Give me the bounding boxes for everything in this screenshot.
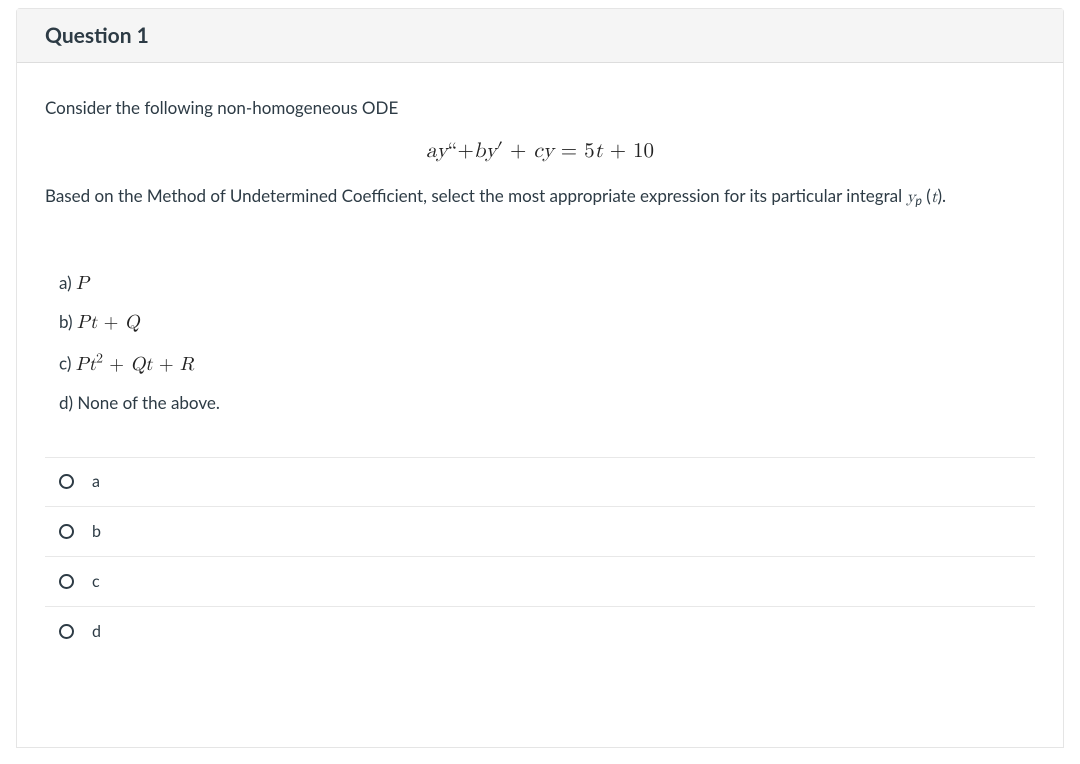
choice-b-label: b) <box>59 311 77 332</box>
choice-b-expr: Pt + Q <box>77 313 140 332</box>
radio-icon[interactable] <box>59 474 74 489</box>
choice-a-expr: P <box>76 274 89 293</box>
choice-a: a) P <box>59 272 1035 295</box>
answer-option-a[interactable]: a <box>45 457 1035 507</box>
choice-d-label: d) <box>59 392 77 413</box>
choice-d: d) None of the above. <box>59 392 1035 413</box>
answer-option-b[interactable]: b <box>45 507 1035 557</box>
equation-display: ay“+by′ + cy = 5t + 10 <box>45 139 1035 164</box>
radio-icon[interactable] <box>59 524 74 539</box>
answer-option-c[interactable]: c <box>45 557 1035 607</box>
answer-options: a b c d <box>45 457 1035 657</box>
answer-option-d[interactable]: d <box>45 607 1035 657</box>
choice-list: a) P b) Pt + Q c) Pt2 + Qt + R d) None o… <box>59 272 1035 413</box>
choice-c-label: c) <box>59 353 76 374</box>
radio-icon[interactable] <box>59 624 74 639</box>
choice-d-plain: None of the above. <box>77 392 219 413</box>
radio-icon[interactable] <box>59 574 74 589</box>
choice-c-expr: Pt2 + Qt + R <box>76 355 194 374</box>
question-card: Question 1 Consider the following non-ho… <box>16 8 1064 748</box>
answer-a-label: a <box>92 472 100 491</box>
choice-a-label: a) <box>59 272 76 293</box>
question-body: Consider the following non-homogeneous O… <box>17 63 1063 657</box>
choice-b: b) Pt + Q <box>59 311 1035 334</box>
prompt-intro: Consider the following non-homogeneous O… <box>45 95 1035 121</box>
answer-b-label: b <box>92 522 101 541</box>
question-header: Question 1 <box>17 9 1063 63</box>
question-title: Question 1 <box>45 23 1035 48</box>
answer-d-label: d <box>92 622 101 641</box>
prompt-instruction: Based on the Method of Undetermined Coef… <box>45 182 1035 213</box>
answer-c-label: c <box>92 572 100 591</box>
choice-c: c) Pt2 + Qt + R <box>59 350 1035 376</box>
